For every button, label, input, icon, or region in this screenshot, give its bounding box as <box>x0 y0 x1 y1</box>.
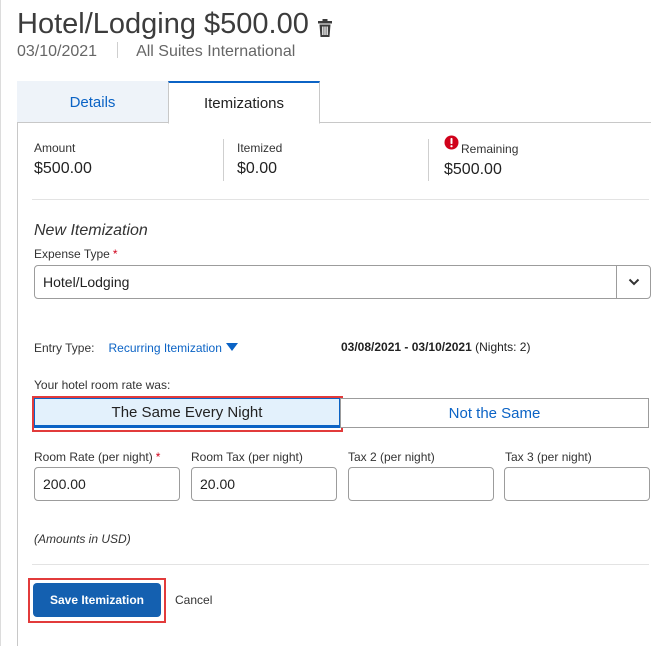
expense-subline: 03/10/2021 All Suites International <box>17 42 295 61</box>
tax3-input[interactable] <box>504 467 650 501</box>
tax3-label: Tax 3 (per night) <box>505 450 592 464</box>
subline-divider <box>117 42 119 58</box>
tax2-input[interactable] <box>348 467 494 501</box>
summary-divider <box>223 139 224 181</box>
same-every-night-option[interactable]: The Same Every Night <box>34 398 340 428</box>
currency-note: (Amounts in USD) <box>34 532 131 546</box>
caret-down-icon[interactable] <box>225 340 238 354</box>
tax2-label: Tax 2 (per night) <box>348 450 435 464</box>
expense-date: 03/10/2021 <box>17 43 98 60</box>
room-tax-input[interactable]: 20.00 <box>191 467 337 501</box>
nights-count: (Nights: 2) <box>475 340 531 354</box>
remaining-value: $500.00 <box>444 161 502 178</box>
entry-type-row: Entry Type: Recurring Itemization <box>34 340 238 355</box>
entry-type-dropdown[interactable]: Recurring Itemization <box>108 341 221 355</box>
tab-itemizations-label: Itemizations <box>203 94 285 112</box>
expense-type-value: Hotel/Lodging <box>43 274 130 290</box>
expense-type-label-text: Expense Type <box>34 247 110 261</box>
rate-question: Your hotel room rate was: <box>34 378 171 392</box>
entry-type-label: Entry Type: <box>34 341 95 355</box>
expense-type-select[interactable]: Hotel/Lodging <box>34 265 651 299</box>
alert-circle-icon <box>444 135 459 155</box>
trash-icon[interactable] <box>317 14 333 37</box>
required-marker: * <box>155 450 161 464</box>
expense-type-label: Expense Type * <box>34 247 118 261</box>
section-divider <box>32 199 649 200</box>
itemizations-panel: Amount $500.00 Itemized $0.00 Remaining … <box>17 123 651 646</box>
save-itemization-label: Save Itemization <box>49 593 145 607</box>
remaining-label: Remaining <box>461 142 519 156</box>
date-range: 03/08/2021 - 03/10/2021 (Nights: 2) <box>341 340 530 354</box>
tab-details[interactable]: Details <box>17 81 168 123</box>
not-the-same-option[interactable]: Not the Same <box>340 398 649 428</box>
date-range-dates: 03/08/2021 - 03/10/2021 <box>341 340 472 354</box>
itemized-value: $0.00 <box>237 160 278 177</box>
room-rate-label-text: Room Rate (per night) <box>34 450 153 464</box>
same-every-night-label: The Same Every Night <box>111 403 263 421</box>
tab-bar: Details Itemizations <box>17 81 651 124</box>
expense-title: Hotel/Lodging $500.00 <box>17 8 309 40</box>
save-itemization-button[interactable]: Save Itemization <box>33 583 161 617</box>
expense-vendor: All Suites International <box>136 43 296 60</box>
room-rate-input[interactable]: 200.00 <box>34 467 180 501</box>
summary-divider <box>428 139 429 181</box>
amount-label: Amount <box>34 141 76 155</box>
itemized-label: Itemized <box>237 141 283 155</box>
chevron-down-icon[interactable] <box>616 266 650 298</box>
required-marker: * <box>112 247 118 261</box>
amount-value: $500.00 <box>34 160 92 177</box>
tab-details-label: Details <box>69 93 116 111</box>
page-left-border <box>0 0 1 646</box>
cancel-button[interactable]: Cancel <box>175 593 212 607</box>
room-tax-label: Room Tax (per night) <box>191 450 303 464</box>
new-itemization-heading: New Itemization <box>34 222 148 239</box>
tab-itemizations[interactable]: Itemizations <box>168 81 320 124</box>
page-title: Hotel/Lodging $500.00 <box>17 8 333 41</box>
section-divider <box>32 564 649 565</box>
room-rate-label: Room Rate (per night) * <box>34 450 160 464</box>
not-the-same-label: Not the Same <box>448 404 541 422</box>
